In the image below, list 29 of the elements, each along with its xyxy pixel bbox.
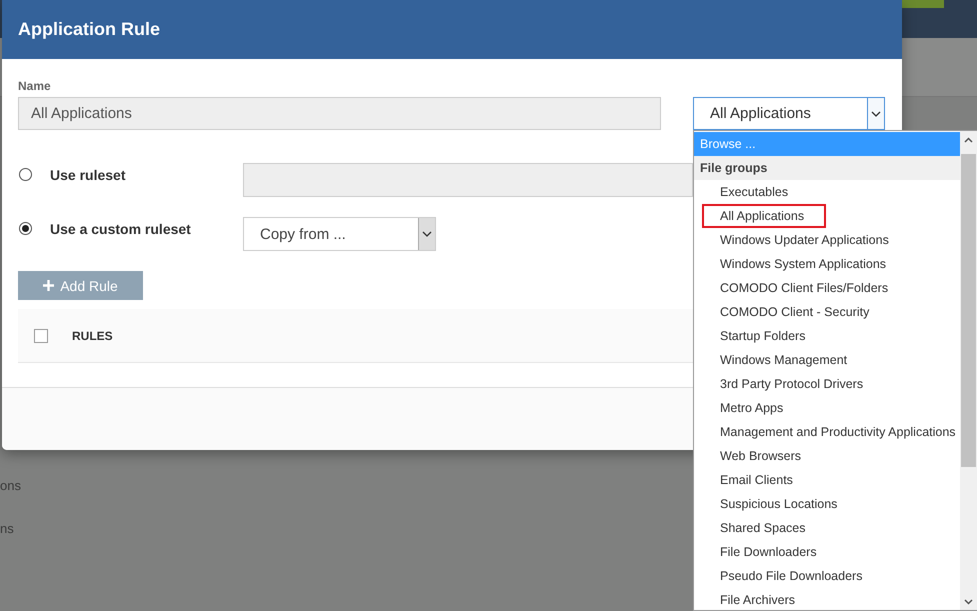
field-label: Name	[18, 79, 52, 93]
dropdown-option[interactable]: Management and Productivity Applications	[694, 420, 960, 444]
dropdown-option[interactable]: All Applications	[694, 204, 960, 228]
dropdown-option[interactable]: COMODO Client - Security	[694, 300, 960, 324]
dropdown-option[interactable]: Windows System Applications	[694, 252, 960, 276]
dropdown-option[interactable]: Web Browsers	[694, 444, 960, 468]
dropdown-option[interactable]: File Downloaders	[694, 540, 960, 564]
column-header: RULES	[72, 328, 113, 342]
dropdown-option[interactable]: Suspicious Locations	[694, 492, 960, 516]
dropdown-option[interactable]: 3rd Party Protocol Drivers	[694, 372, 960, 396]
dropdown-option[interactable]: Windows Updater Applications	[694, 228, 960, 252]
dropdown-option[interactable]: Shared Spaces	[694, 516, 960, 540]
dropdown-option[interactable]: Windows Management	[694, 348, 960, 372]
dropdown-option[interactable]: Pseudo File Downloaders	[694, 564, 960, 588]
name-field[interactable]: All Applications	[18, 97, 661, 130]
radio-label: Use a custom ruleset	[50, 221, 192, 237]
dropdown-option[interactable]: Startup Folders	[694, 324, 960, 348]
dropdown-option[interactable]: Email Clients	[694, 468, 960, 492]
radio-label: Use ruleset	[50, 167, 126, 183]
dropdown-option[interactable]: Metro Apps	[694, 396, 960, 420]
dropdown-option[interactable]: File Archivers	[694, 588, 960, 610]
background-text: ons	[0, 478, 21, 493]
dropdown-option[interactable]: COMODO Client Files/Folders	[694, 276, 960, 300]
dropdown-option[interactable]: Executables	[694, 180, 960, 204]
dialog-title: Application Rule	[18, 19, 160, 40]
source-dropdown[interactable]: All Applications	[693, 97, 885, 130]
copy-from-dropdown[interactable]: Copy from ...	[243, 217, 436, 251]
background-text: ns	[0, 521, 15, 536]
group-header: File groups	[694, 156, 960, 180]
